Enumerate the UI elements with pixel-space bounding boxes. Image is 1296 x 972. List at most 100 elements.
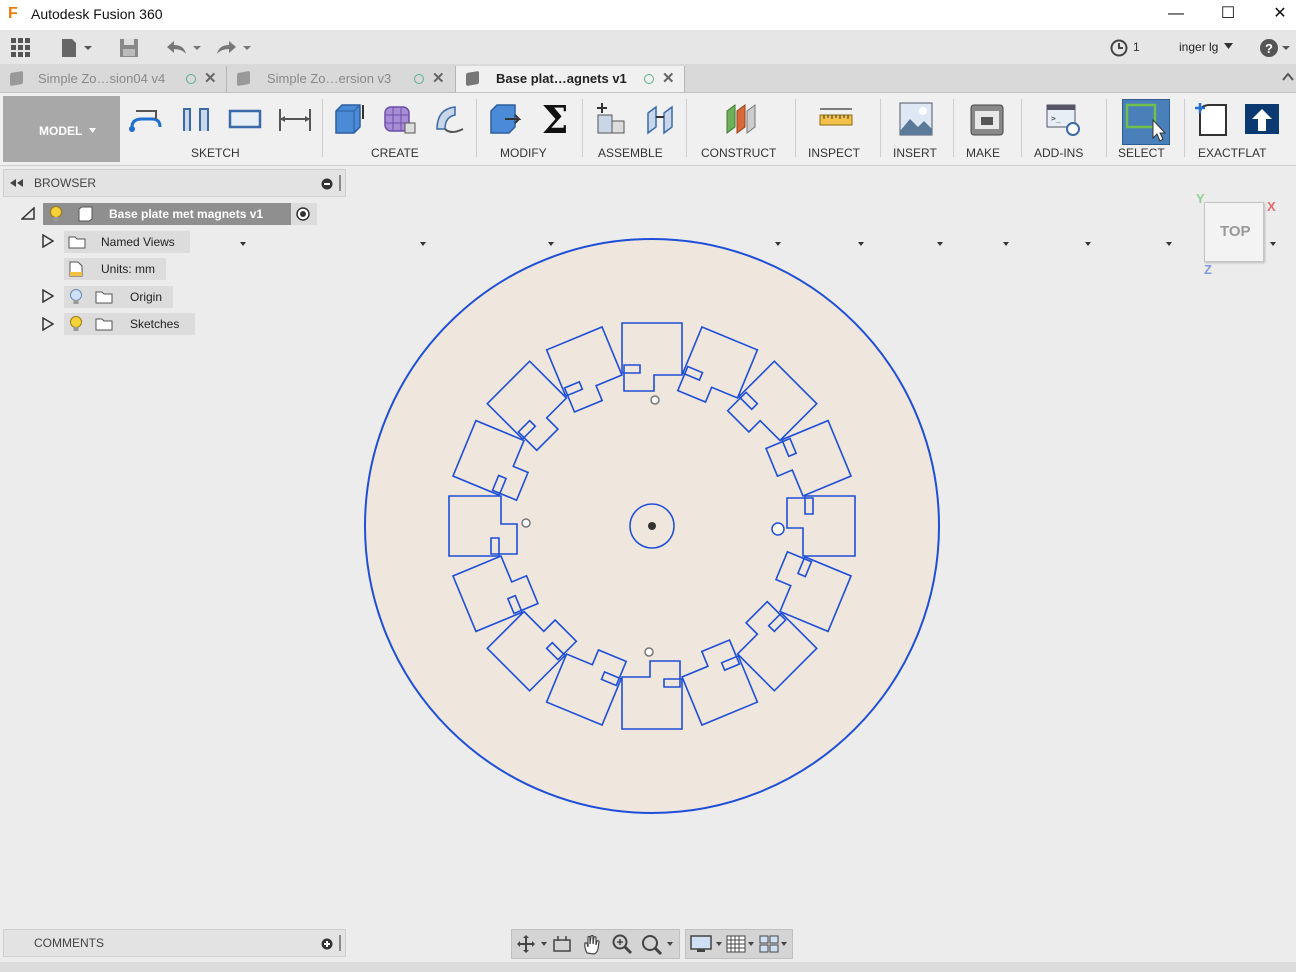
user-account-menu[interactable]: inger lg: [1179, 40, 1218, 54]
title-bar: F Autodesk Fusion 360 — ☐ ✕: [0, 0, 1296, 30]
assemble-group-label[interactable]: ASSEMBLE: [598, 146, 663, 160]
save-icon[interactable]: [119, 38, 139, 58]
visibility-bulb-icon[interactable]: [49, 206, 63, 222]
create-sketch-icon[interactable]: [128, 101, 164, 137]
view-cube[interactable]: TOP: [1204, 202, 1264, 262]
grid-snaps-icon[interactable]: [726, 934, 756, 954]
visibility-bulb-icon[interactable]: [69, 316, 83, 332]
exactflat-upload-icon[interactable]: [1244, 101, 1280, 137]
rectangle-icon[interactable]: [227, 101, 263, 137]
viewports-icon[interactable]: [759, 934, 789, 954]
chevron-down-icon: [1270, 242, 1276, 246]
design-cube-icon: [237, 70, 250, 87]
view-cube-face-top[interactable]: TOP: [1220, 223, 1251, 240]
undo-icon[interactable]: [164, 38, 204, 58]
job-status-icon[interactable]: [1110, 39, 1128, 57]
3d-print-icon[interactable]: [969, 101, 1005, 137]
look-at-icon[interactable]: [552, 934, 572, 954]
close-tab-icon[interactable]: ✕: [204, 66, 217, 92]
make-group-label[interactable]: MAKE: [966, 146, 1000, 160]
chevron-down-icon: [1085, 242, 1091, 246]
comments-panel-header[interactable]: COMMENTS: [3, 929, 346, 957]
tree-root-document[interactable]: Base plate met magnets v1: [43, 203, 317, 225]
help-icon[interactable]: ?: [1259, 38, 1291, 58]
tab-simple-zo-ersion[interactable]: Simple Zo…ersion v3 ✕: [227, 66, 456, 92]
design-canvas[interactable]: [360, 232, 946, 818]
file-menu-icon[interactable]: [60, 38, 94, 58]
minimize-button[interactable]: —: [1156, 2, 1196, 26]
svg-text:Σ: Σ: [542, 101, 569, 137]
design-cube-icon: [466, 70, 479, 87]
toolbar-ribbon: MODEL SKETCH CREATE Σ MODIFY ASSEMBLE CO…: [0, 93, 1296, 246]
units-icon: [69, 261, 83, 277]
finish-sketch-icon[interactable]: [178, 101, 214, 137]
tab-simple-zo-sion04[interactable]: Simple Zo…sion04 v4 ✕: [0, 66, 227, 92]
tab-base-plate-active[interactable]: Base plat…agnets v1 ✕: [456, 66, 685, 92]
display-settings-icon[interactable]: [690, 934, 724, 954]
extrude-icon[interactable]: [332, 101, 368, 137]
center-point[interactable]: [648, 522, 656, 530]
tree-item-origin[interactable]: Origin: [64, 286, 173, 308]
select-window-icon: [1125, 103, 1167, 142]
axis-x-label: X: [1267, 199, 1276, 214]
workspace-switcher[interactable]: MODEL: [3, 96, 120, 162]
expand-tree-icon[interactable]: [42, 289, 54, 303]
status-bar: [0, 962, 1296, 972]
addins-group-label[interactable]: ADD-INS: [1034, 146, 1083, 160]
radio-active-icon: [296, 207, 310, 221]
zoom-window-icon[interactable]: [640, 933, 676, 955]
expand-panel-icon[interactable]: [321, 938, 333, 950]
construct-group-label[interactable]: CONSTRUCT: [701, 146, 776, 160]
select-tool-active[interactable]: [1122, 99, 1170, 145]
design-cube-icon: [10, 70, 23, 87]
create-group-label[interactable]: CREATE: [371, 146, 419, 160]
screw-hole-bottom[interactable]: [644, 647, 654, 657]
folder-icon: [95, 291, 113, 304]
exactflat-new-icon[interactable]: [1194, 101, 1230, 137]
new-component-icon[interactable]: [592, 101, 628, 137]
insert-canvas-icon[interactable]: [898, 101, 934, 137]
modify-group-label[interactable]: MODIFY: [500, 146, 547, 160]
measure-icon[interactable]: [818, 101, 854, 137]
screw-hole-right[interactable]: [771, 522, 785, 536]
close-tab-icon[interactable]: ✕: [662, 66, 675, 92]
chevron-down-icon: [89, 128, 96, 133]
browser-panel-header[interactable]: BROWSER: [3, 169, 346, 197]
pan-hand-icon[interactable]: [582, 933, 602, 955]
redo-icon[interactable]: [214, 38, 254, 58]
joint-icon[interactable]: [642, 101, 678, 137]
close-button[interactable]: ✕: [1260, 2, 1296, 26]
apps-grid-icon[interactable]: [11, 38, 31, 58]
expand-tree-icon[interactable]: [42, 317, 54, 331]
visibility-bulb-off-icon[interactable]: [69, 289, 83, 305]
tree-item-named-views[interactable]: Named Views: [64, 231, 190, 253]
create-form-icon[interactable]: [381, 101, 417, 137]
screw-hole-top[interactable]: [650, 395, 660, 405]
close-tab-icon[interactable]: ✕: [432, 66, 445, 92]
grip-icon: [339, 175, 341, 191]
screw-hole-left[interactable]: [521, 518, 531, 528]
revolve-icon[interactable]: [431, 101, 467, 137]
insert-group-label[interactable]: INSERT: [893, 146, 937, 160]
tree-item-units[interactable]: Units: mm: [64, 258, 166, 280]
chevron-down-icon: [1003, 242, 1009, 246]
tree-item-sketches[interactable]: Sketches: [64, 313, 195, 335]
select-group-label[interactable]: SELECT: [1118, 146, 1165, 160]
collapse-panel-icon[interactable]: [10, 179, 24, 188]
offset-plane-icon[interactable]: [723, 101, 759, 137]
sketch-group-label[interactable]: SKETCH: [191, 146, 240, 160]
scripts-addins-icon[interactable]: >_: [1045, 101, 1081, 137]
chevron-up-icon[interactable]: [1282, 72, 1294, 82]
zoom-icon[interactable]: [611, 933, 633, 955]
sketch-dimension-icon[interactable]: [277, 101, 313, 137]
maximize-button[interactable]: ☐: [1208, 2, 1248, 26]
exactflat-group-label[interactable]: EXACTFLAT: [1198, 146, 1266, 160]
expand-tree-icon[interactable]: [42, 234, 54, 248]
compute-all-icon[interactable]: Σ: [537, 101, 573, 137]
minimize-panel-icon[interactable]: [321, 178, 333, 190]
collapse-tree-icon[interactable]: [21, 207, 35, 220]
orbit-icon[interactable]: [516, 934, 548, 954]
press-pull-icon[interactable]: [487, 101, 523, 137]
inspect-group-label[interactable]: INSPECT: [808, 146, 860, 160]
activate-radio[interactable]: [291, 203, 317, 225]
